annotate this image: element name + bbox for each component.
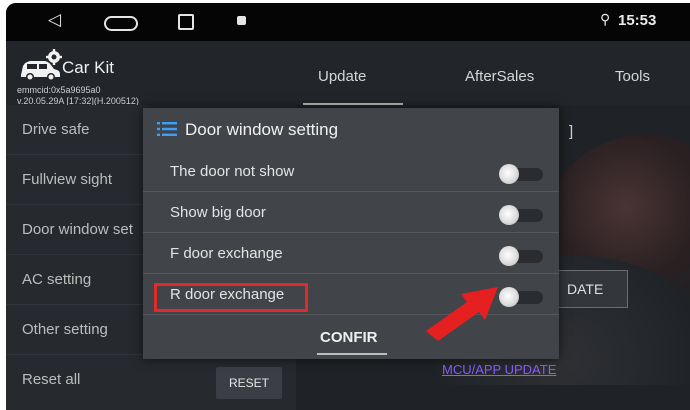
toggle-knob-icon (499, 287, 519, 307)
mcu-app-update-link[interactable]: MCU/APP UPDATE (442, 362, 556, 377)
list-icon (157, 122, 177, 136)
sidebar-item-label: Door window set (22, 221, 133, 238)
status-bar: ◁ ⚲ 15:53 (6, 3, 690, 41)
toggle-knob-icon (499, 246, 519, 266)
confirm-underline (317, 353, 387, 355)
location-icon: ⚲ (600, 11, 611, 27)
dialog-title: Door window setting (185, 120, 339, 139)
recent-apps-icon[interactable] (178, 14, 194, 30)
confirm-button[interactable]: CONFIR (320, 329, 378, 346)
sidebar-item-label: Fullview sight (22, 171, 113, 188)
tab-update[interactable]: Update (318, 68, 366, 85)
device-id: emmcid:0x5a9695a0 (17, 85, 101, 95)
show-big-door-toggle[interactable] (499, 205, 543, 225)
option-show-big-door: Show big door (143, 193, 559, 233)
reset-button[interactable]: RESET (216, 367, 282, 399)
option-f-door-exchange: F door exchange (143, 234, 559, 274)
sidebar-item-label: Drive safe (22, 121, 90, 138)
sidebar-item-label: AC setting (22, 271, 92, 288)
car-gear-logo-icon (21, 49, 62, 81)
tab-aftersales[interactable]: AfterSales (465, 68, 534, 85)
highlight-box (154, 283, 308, 312)
info-bracket: ] (569, 123, 574, 140)
back-icon[interactable]: ◁ (48, 10, 61, 30)
sidebar-item-label: Other setting (22, 321, 108, 338)
f-door-exchange-toggle[interactable] (499, 246, 543, 266)
home-icon[interactable] (104, 16, 138, 31)
toggle-knob-icon (499, 164, 519, 184)
tab-tools[interactable]: Tools (615, 68, 650, 85)
r-door-exchange-toggle[interactable] (499, 287, 543, 307)
sidebar-item-label: Reset all (22, 371, 81, 388)
option-label: The door not show (170, 163, 295, 180)
app-header: Car Kit emmcid:0x5a9695a0 v.20.05.29A [1… (6, 41, 690, 106)
option-door-not-show: The door not show (143, 152, 559, 192)
option-label: F door exchange (170, 245, 283, 262)
car-kit-screen: ◁ ⚲ 15:53 Car Kit emmcid:0x5a9695a0 v.20… (6, 3, 690, 410)
red-arrow-icon (426, 287, 498, 341)
status-time: 15:53 (618, 12, 657, 29)
option-label: Show big door (170, 204, 266, 221)
door-not-show-toggle[interactable] (499, 164, 543, 184)
app-title: Car Kit (62, 58, 114, 77)
toggle-knob-icon (499, 205, 519, 225)
app-indicator-icon (237, 16, 246, 25)
